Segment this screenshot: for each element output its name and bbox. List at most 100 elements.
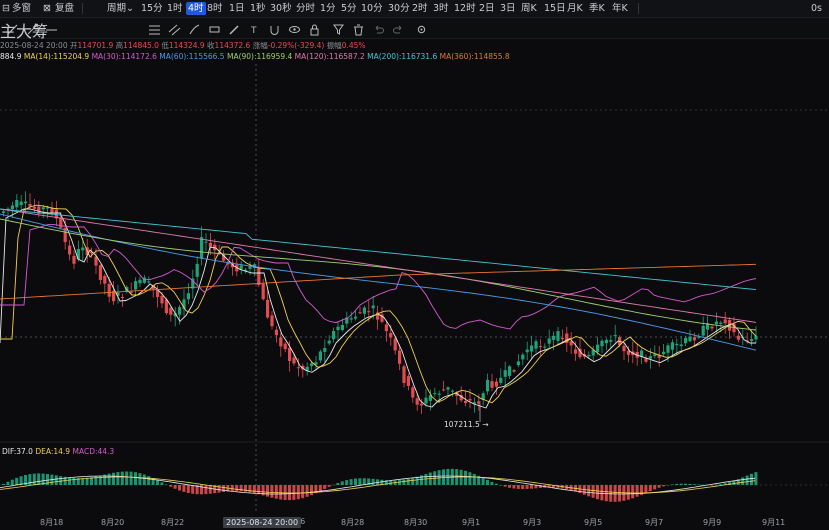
interval-tab-10[interactable]: 10分: [361, 2, 383, 15]
candle-body: [437, 393, 441, 395]
interval-tab-7[interactable]: 分时: [296, 2, 315, 15]
interval-tab-0[interactable]: 15分: [141, 2, 163, 15]
macd-bar: [714, 484, 718, 486]
candle-body: [692, 337, 696, 341]
measure-tool-icon[interactable]: [208, 21, 221, 34]
interval-tab-11[interactable]: 30分: [388, 2, 410, 15]
macd-bar: [486, 479, 489, 485]
candle-body: [389, 332, 393, 338]
macd-bar: [662, 485, 665, 487]
pencil-tool-icon[interactable]: [228, 21, 241, 35]
lock-tool-icon[interactable]: [308, 21, 321, 36]
candle-body: [2, 211, 6, 213]
candle-body: [547, 338, 551, 344]
candle-body: [402, 366, 406, 383]
interval-tab-5[interactable]: 1秒: [250, 2, 266, 15]
candlestick-chart[interactable]: [0, 64, 829, 514]
candle-body: [648, 356, 652, 359]
macd-bar: [358, 478, 362, 485]
candle-body: [596, 344, 600, 353]
amplitude-value: 0.45%: [341, 41, 366, 50]
macd-value: MACD:44.3: [72, 447, 115, 456]
candle-body: [68, 245, 72, 255]
macd-bar: [164, 484, 168, 486]
multi-window-button[interactable]: 多窗: [12, 2, 31, 15]
candle-body: [358, 312, 362, 314]
toolbar-divider: [638, 3, 639, 14]
macd-bar: [481, 477, 485, 485]
candle-body: [587, 354, 591, 357]
interval-tab-1[interactable]: 1时: [167, 2, 183, 15]
close-value: 114372.6: [214, 41, 251, 50]
filter-tool-icon[interactable]: [332, 21, 345, 35]
time-axis-label: 8月20: [101, 518, 125, 527]
brush-tool-icon[interactable]: [188, 21, 201, 35]
replay-button[interactable]: 复盘: [55, 2, 74, 15]
fib-tool-icon[interactable]: [148, 21, 161, 35]
ma-legend-item-3: MA(60):115566.5: [159, 52, 227, 61]
split-window-icon[interactable]: ⊟: [2, 2, 10, 15]
macd-bar: [591, 485, 595, 498]
macd-bar: [512, 485, 516, 489]
candle-body: [604, 339, 608, 344]
text-tool-icon[interactable]: T: [248, 21, 261, 36]
interval-tab-14[interactable]: 12时: [454, 2, 476, 15]
interval-tab-3[interactable]: 8时: [207, 2, 223, 15]
eye-tool-icon[interactable]: [288, 21, 301, 34]
amplitude-label: 振幅: [326, 41, 342, 50]
macd-bar: [503, 485, 507, 487]
interval-tab-19[interactable]: 月K: [567, 2, 583, 15]
interval-tab-12[interactable]: 2时: [412, 2, 428, 15]
candle-body: [204, 241, 208, 243]
interval-tab-21[interactable]: 年K: [612, 2, 628, 15]
hline-tool-icon[interactable]: [45, 21, 58, 34]
undo-icon[interactable]: [372, 21, 385, 34]
macd-bar: [125, 471, 129, 485]
interval-tab-15[interactable]: 2日: [479, 2, 495, 15]
interval-tab-18[interactable]: 15日: [544, 2, 566, 15]
interval-tab-13[interactable]: 3时: [433, 2, 449, 15]
trash-icon[interactable]: [352, 21, 365, 36]
redo-icon[interactable]: [392, 21, 405, 34]
replay-icon[interactable]: ⊠: [43, 2, 51, 15]
candle-body: [512, 370, 516, 372]
ray-tool-icon[interactable]: [26, 21, 39, 35]
interval-tab-20[interactable]: 季K: [589, 2, 605, 15]
candle-body: [327, 340, 331, 344]
macd-bar: [169, 485, 173, 487]
candle-body: [736, 335, 740, 340]
refresh-label[interactable]: 0s: [811, 2, 822, 15]
candle-body: [134, 281, 138, 290]
candle-body: [600, 340, 604, 347]
interval-tab-8[interactable]: 1分: [320, 2, 336, 15]
candle-body: [274, 329, 278, 336]
macd-bar: [508, 485, 511, 488]
interval-tab-16[interactable]: 3日: [500, 2, 516, 15]
candle-body: [107, 283, 111, 297]
macd-bar: [301, 485, 305, 499]
candle-body: [19, 201, 23, 206]
settings-icon[interactable]: [415, 21, 428, 34]
interval-tab-17[interactable]: 周K: [521, 2, 537, 15]
macd-bar: [631, 485, 635, 499]
line-tool-icon[interactable]: [6, 21, 19, 35]
macd-bar: [666, 485, 670, 486]
interval-tab-6[interactable]: 30秒: [270, 2, 292, 15]
magnet-tool-icon[interactable]: [268, 21, 281, 35]
macd-bar: [85, 477, 89, 485]
candle-body: [622, 345, 626, 352]
macd-bar: [710, 484, 714, 486]
interval-tab-4[interactable]: 1日: [229, 2, 245, 15]
candle-body: [556, 331, 560, 341]
time-axis-label: 8月22: [161, 518, 185, 527]
macd-bar: [257, 485, 261, 495]
macd-bar: [679, 483, 683, 485]
channel-tool-icon[interactable]: [168, 21, 181, 36]
candle-body: [186, 293, 190, 300]
period-dropdown[interactable]: 周期⌄: [107, 2, 134, 15]
macd-bar: [411, 477, 415, 485]
interval-tab-9[interactable]: 5分: [341, 2, 357, 15]
macd-bar: [323, 485, 327, 489]
interval-tab-2[interactable]: 4时: [186, 2, 206, 15]
macd-bar: [494, 483, 498, 485]
